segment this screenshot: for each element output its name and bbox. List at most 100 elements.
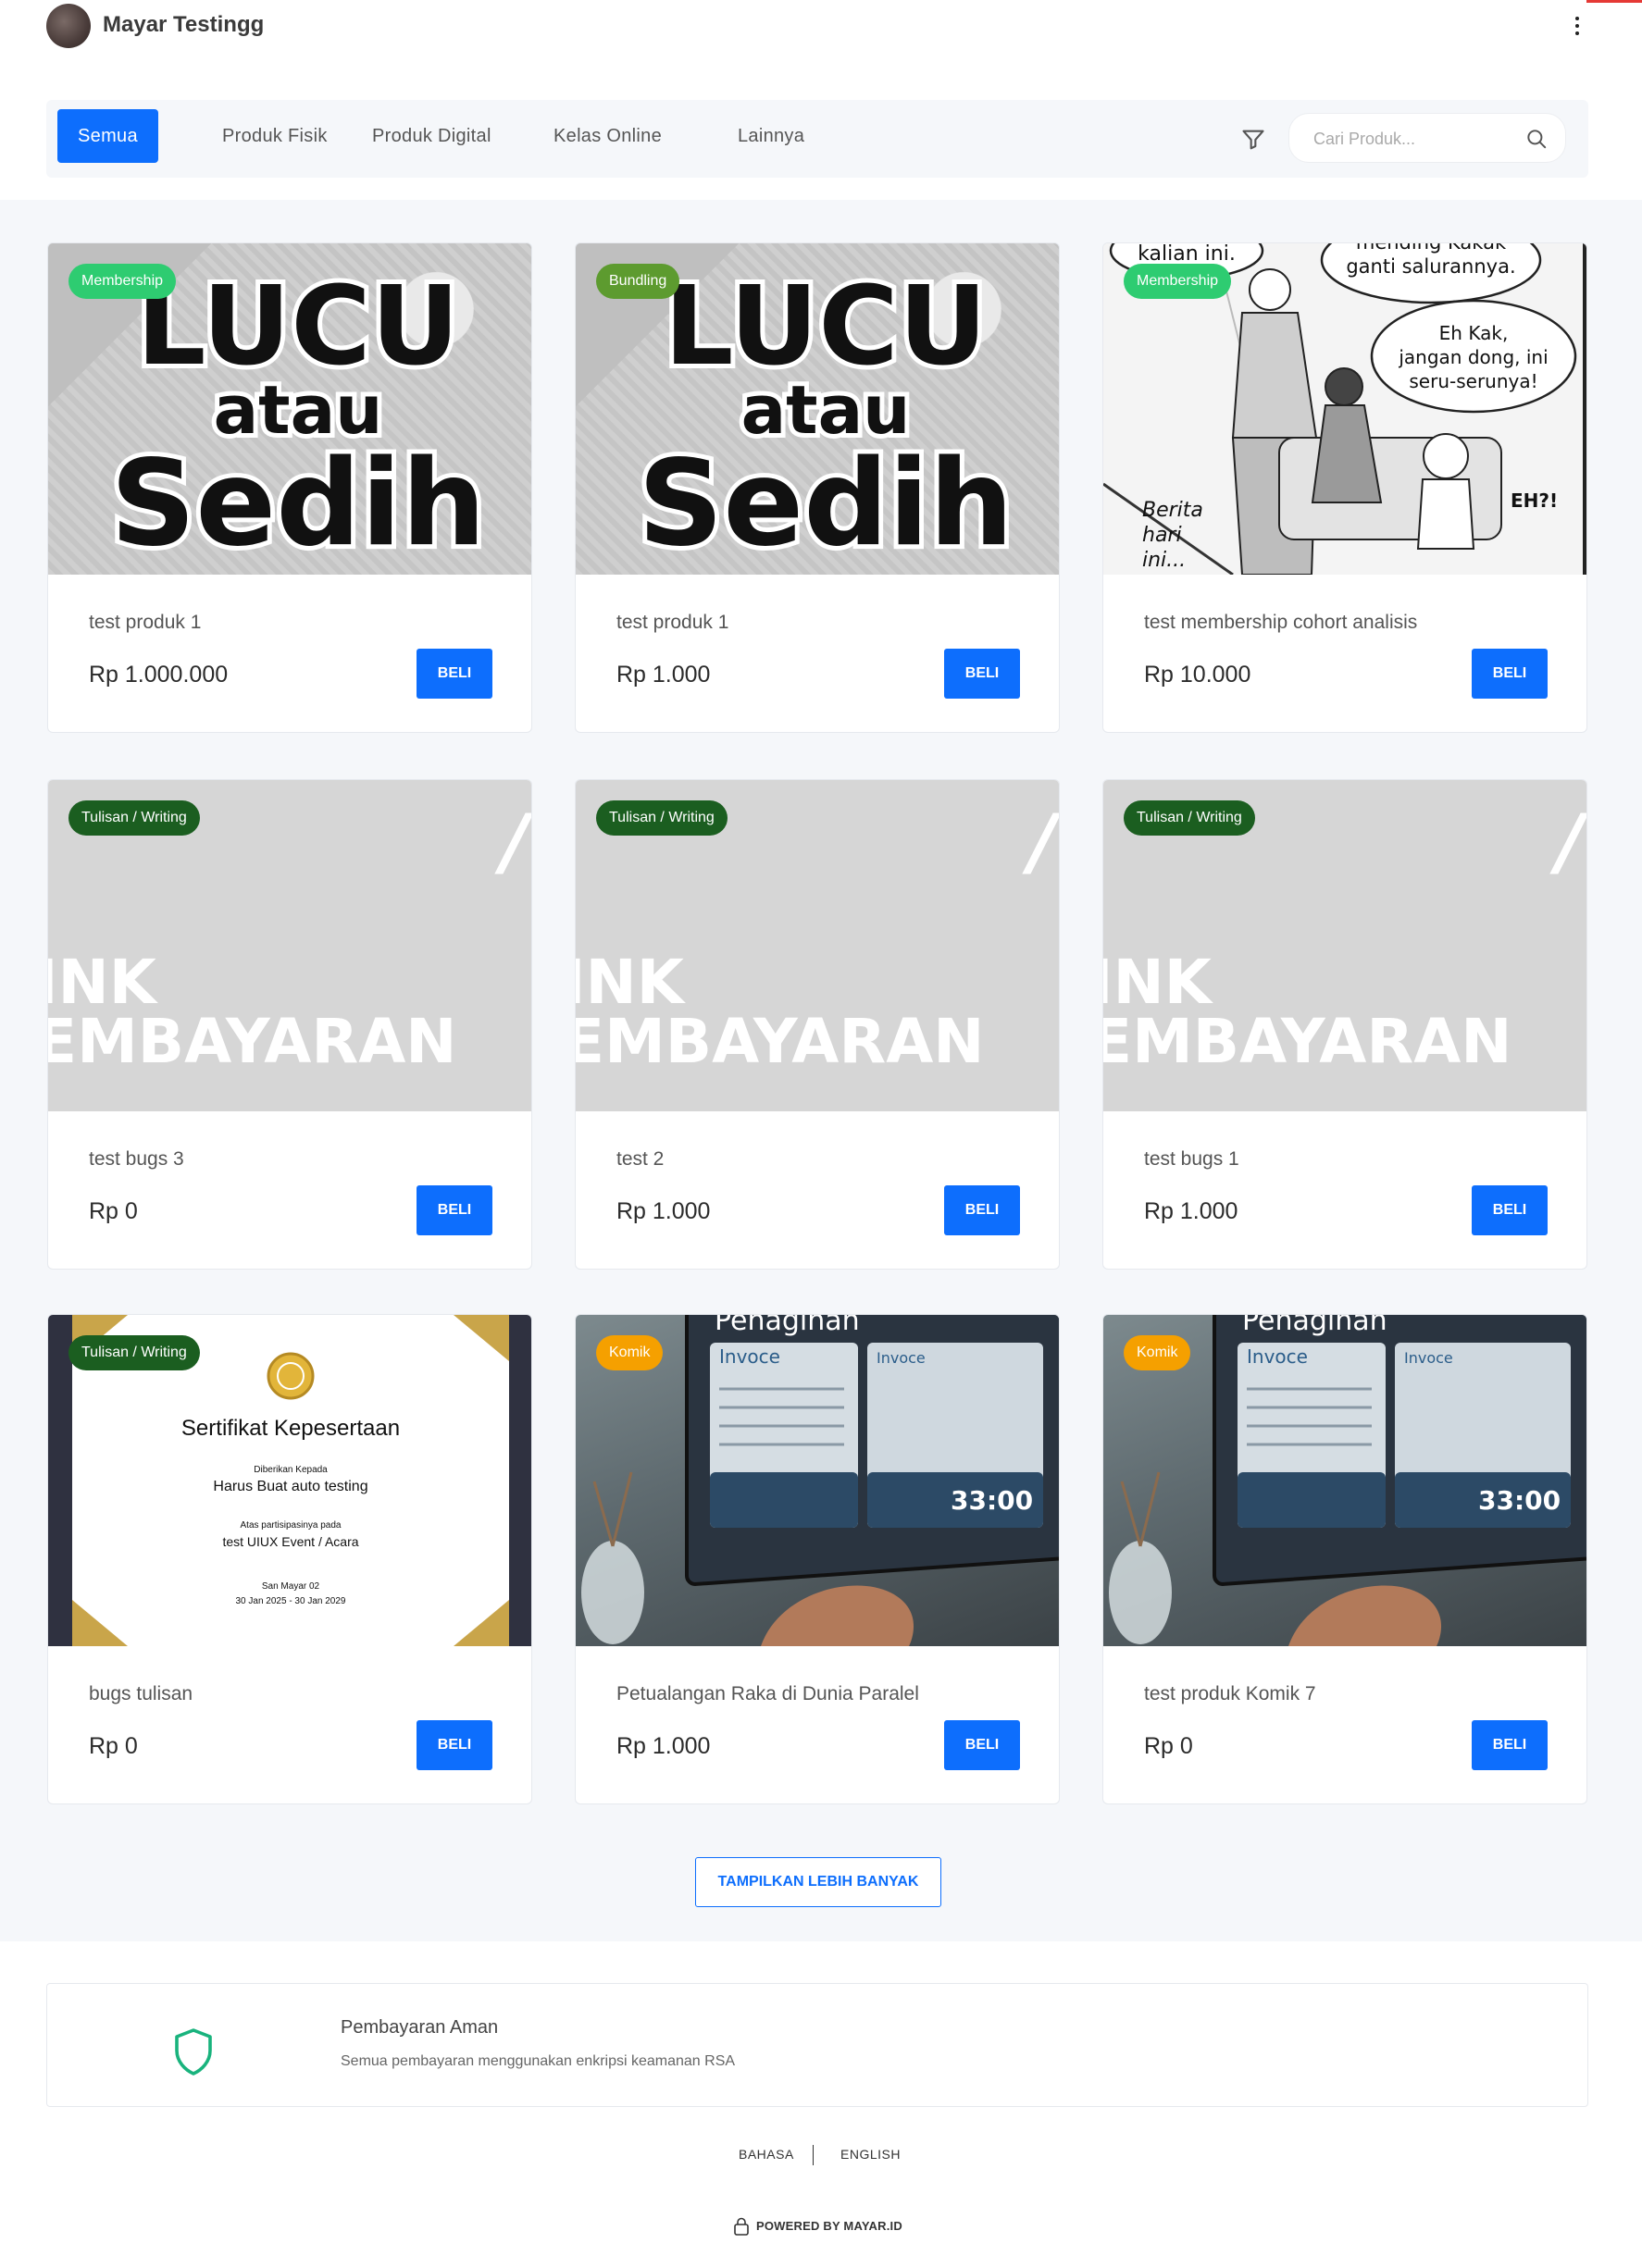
svg-text:30 Jan 2025 - 30 Jan 2029: 30 Jan 2025 - 30 Jan 2029	[236, 1596, 346, 1606]
svg-text:test UIUX Event / Acara: test UIUX Event / Acara	[222, 1534, 358, 1549]
buy-button[interactable]: BELI	[944, 1720, 1020, 1770]
product-price: Rp 1.000	[1144, 1198, 1238, 1224]
tab-kelas-online[interactable]: Kelas Online	[533, 109, 682, 163]
search-icon[interactable]	[1524, 127, 1549, 151]
product-price: Rp 1.000.000	[89, 662, 229, 688]
search-input[interactable]	[1313, 127, 1517, 151]
category-badge: Membership	[1124, 264, 1232, 299]
product-name[interactable]: test bugs 1	[1144, 1148, 1239, 1171]
store-name[interactable]: Mayar Testingg	[103, 12, 264, 38]
show-more-button[interactable]: TAMPILKAN LEBIH BANYAK	[695, 1857, 941, 1907]
product-name[interactable]: Petualangan Raka di Dunia Paralel	[616, 1683, 919, 1705]
svg-text:Sertifikat Kepesertaan: Sertifikat Kepesertaan	[181, 1416, 400, 1441]
tab-lainnya[interactable]: Lainnya	[717, 109, 825, 163]
product-price: Rp 0	[1144, 1733, 1193, 1759]
product-price: Rp 0	[89, 1733, 138, 1759]
product-name[interactable]: bugs tulisan	[89, 1683, 193, 1705]
svg-text:kalian ini.: kalian ini.	[1138, 243, 1236, 266]
product-price: Rp 1.000	[616, 1198, 711, 1224]
svg-text:ini...: ini...	[1142, 549, 1186, 572]
buy-button[interactable]: BELI	[944, 649, 1020, 699]
comic-title-art: LUCU atau Sedih	[633, 262, 1018, 575]
svg-text:Invoce: Invoce	[719, 1345, 780, 1368]
svg-text:seru-serunya!: seru-serunya!	[1409, 370, 1537, 392]
comic-title-art: LUCU atau Sedih	[106, 262, 491, 575]
tab-produk-fisik[interactable]: Produk Fisik	[202, 109, 348, 163]
language-divider	[813, 2145, 814, 2165]
product-card[interactable]: INK EMBAYARAN / Tulisan / Writing test 2…	[575, 779, 1060, 1270]
top-accent-line	[1586, 0, 1642, 3]
category-badge: Komik	[1124, 1335, 1191, 1370]
category-filter-bar: Semua Produk Fisik Produk Digital Kelas …	[46, 100, 1588, 178]
buy-button[interactable]: BELI	[944, 1185, 1020, 1235]
product-card[interactable]: INK EMBAYARAN / Tulisan / Writing test b…	[47, 779, 532, 1270]
category-badge: Komik	[596, 1335, 664, 1370]
secure-payment-box: Pembayaran Aman Semua pembayaran menggun…	[46, 1983, 1588, 2107]
svg-text:San Mayar 02: San Mayar 02	[262, 1581, 320, 1592]
svg-text:jangan dong, ini: jangan dong, ini	[1398, 346, 1548, 368]
svg-text:33:00: 33:00	[1478, 1485, 1561, 1516]
product-name[interactable]: test 2	[616, 1148, 664, 1171]
product-card[interactable]: INK EMBAYARAN / Tulisan / Writing test b…	[1102, 779, 1587, 1270]
buy-button[interactable]: BELI	[1472, 1720, 1548, 1770]
svg-text:Harus Buat auto testing: Harus Buat auto testing	[213, 1479, 367, 1494]
svg-text:Diberikan Kepada: Diberikan Kepada	[254, 1465, 328, 1475]
product-grid: LUCU atau Sedih Membership test produk 1…	[0, 200, 1642, 1941]
svg-text:Sedih: Sedih	[638, 435, 1014, 573]
product-name[interactable]: test produk 1	[616, 612, 728, 634]
product-card[interactable]: Sertifikat Kepesertaan Diberikan Kepada …	[47, 1314, 532, 1804]
lock-icon	[734, 2217, 749, 2236]
category-badge: Tulisan / Writing	[68, 1335, 200, 1370]
svg-text:Berita: Berita	[1142, 499, 1203, 522]
tab-produk-digital[interactable]: Produk Digital	[352, 109, 512, 163]
category-badge: Membership	[68, 264, 177, 299]
product-name[interactable]: test produk Komik 7	[1144, 1683, 1316, 1705]
tab-semua[interactable]: Semua	[57, 109, 158, 163]
svg-text:Penagihan: Penagihan	[715, 1315, 860, 1337]
product-price: Rp 1.000	[616, 1733, 711, 1759]
svg-text:Atas partisipasinya pada: Atas partisipasinya pada	[241, 1520, 342, 1531]
more-options-icon[interactable]	[1568, 13, 1586, 41]
shield-icon	[175, 2028, 212, 2076]
product-card[interactable]: Penagihan Invoce Invoce 33:00 Komik Petu…	[575, 1314, 1060, 1804]
svg-text:Penagihan: Penagihan	[1242, 1315, 1387, 1337]
svg-text:hari: hari	[1142, 524, 1182, 547]
product-price: Rp 10.000	[1144, 662, 1251, 688]
svg-text:Invoce: Invoce	[877, 1349, 926, 1367]
category-badge: Tulisan / Writing	[1124, 800, 1255, 836]
buy-button[interactable]: BELI	[1472, 649, 1548, 699]
secure-payment-description: Semua pembayaran menggunakan enkripsi ke…	[341, 2053, 736, 2069]
product-card[interactable]: Penagihan Invoce Invoce 33:00 Komik test…	[1102, 1314, 1587, 1804]
svg-text:EH?!: EH?!	[1511, 490, 1558, 512]
product-name[interactable]: test bugs 3	[89, 1148, 184, 1171]
store-avatar[interactable]	[46, 4, 91, 48]
buy-button[interactable]: BELI	[1472, 1185, 1548, 1235]
product-card[interactable]: kalian ini. mending Kakak ganti salurann…	[1102, 242, 1587, 733]
secure-payment-title: Pembayaran Aman	[341, 2017, 499, 2038]
filter-icon[interactable]	[1240, 127, 1266, 153]
buy-button[interactable]: BELI	[417, 1720, 492, 1770]
powered-by-label[interactable]: POWERED BY MAYAR.ID	[756, 2219, 902, 2233]
buy-button[interactable]: BELI	[417, 649, 492, 699]
svg-text:Sedih: Sedih	[110, 435, 486, 573]
product-card[interactable]: LUCU atau Sedih Bundling test produk 1 R…	[575, 242, 1060, 733]
svg-text:ganti salurannya.: ganti salurannya.	[1346, 255, 1515, 278]
svg-text:mending Kakak: mending Kakak	[1356, 243, 1507, 254]
category-badge: Tulisan / Writing	[68, 800, 200, 836]
svg-text:Invoce: Invoce	[1404, 1349, 1453, 1367]
product-price: Rp 0	[89, 1198, 138, 1224]
product-card[interactable]: LUCU atau Sedih Membership test produk 1…	[47, 242, 532, 733]
category-badge: Tulisan / Writing	[596, 800, 728, 836]
svg-text:33:00: 33:00	[951, 1485, 1033, 1516]
language-english[interactable]: ENGLISH	[840, 2147, 901, 2162]
product-name[interactable]: test membership cohort analisis	[1144, 612, 1417, 634]
svg-text:Invoce: Invoce	[1247, 1345, 1308, 1368]
category-badge: Bundling	[596, 264, 680, 299]
top-bar: Mayar Testingg	[0, 0, 1642, 57]
search-box	[1288, 113, 1566, 163]
language-bahasa[interactable]: BAHASA	[739, 2147, 794, 2162]
product-price: Rp 1.000	[616, 662, 711, 688]
buy-button[interactable]: BELI	[417, 1185, 492, 1235]
svg-text:Eh Kak,: Eh Kak,	[1439, 322, 1509, 344]
product-name[interactable]: test produk 1	[89, 612, 201, 634]
